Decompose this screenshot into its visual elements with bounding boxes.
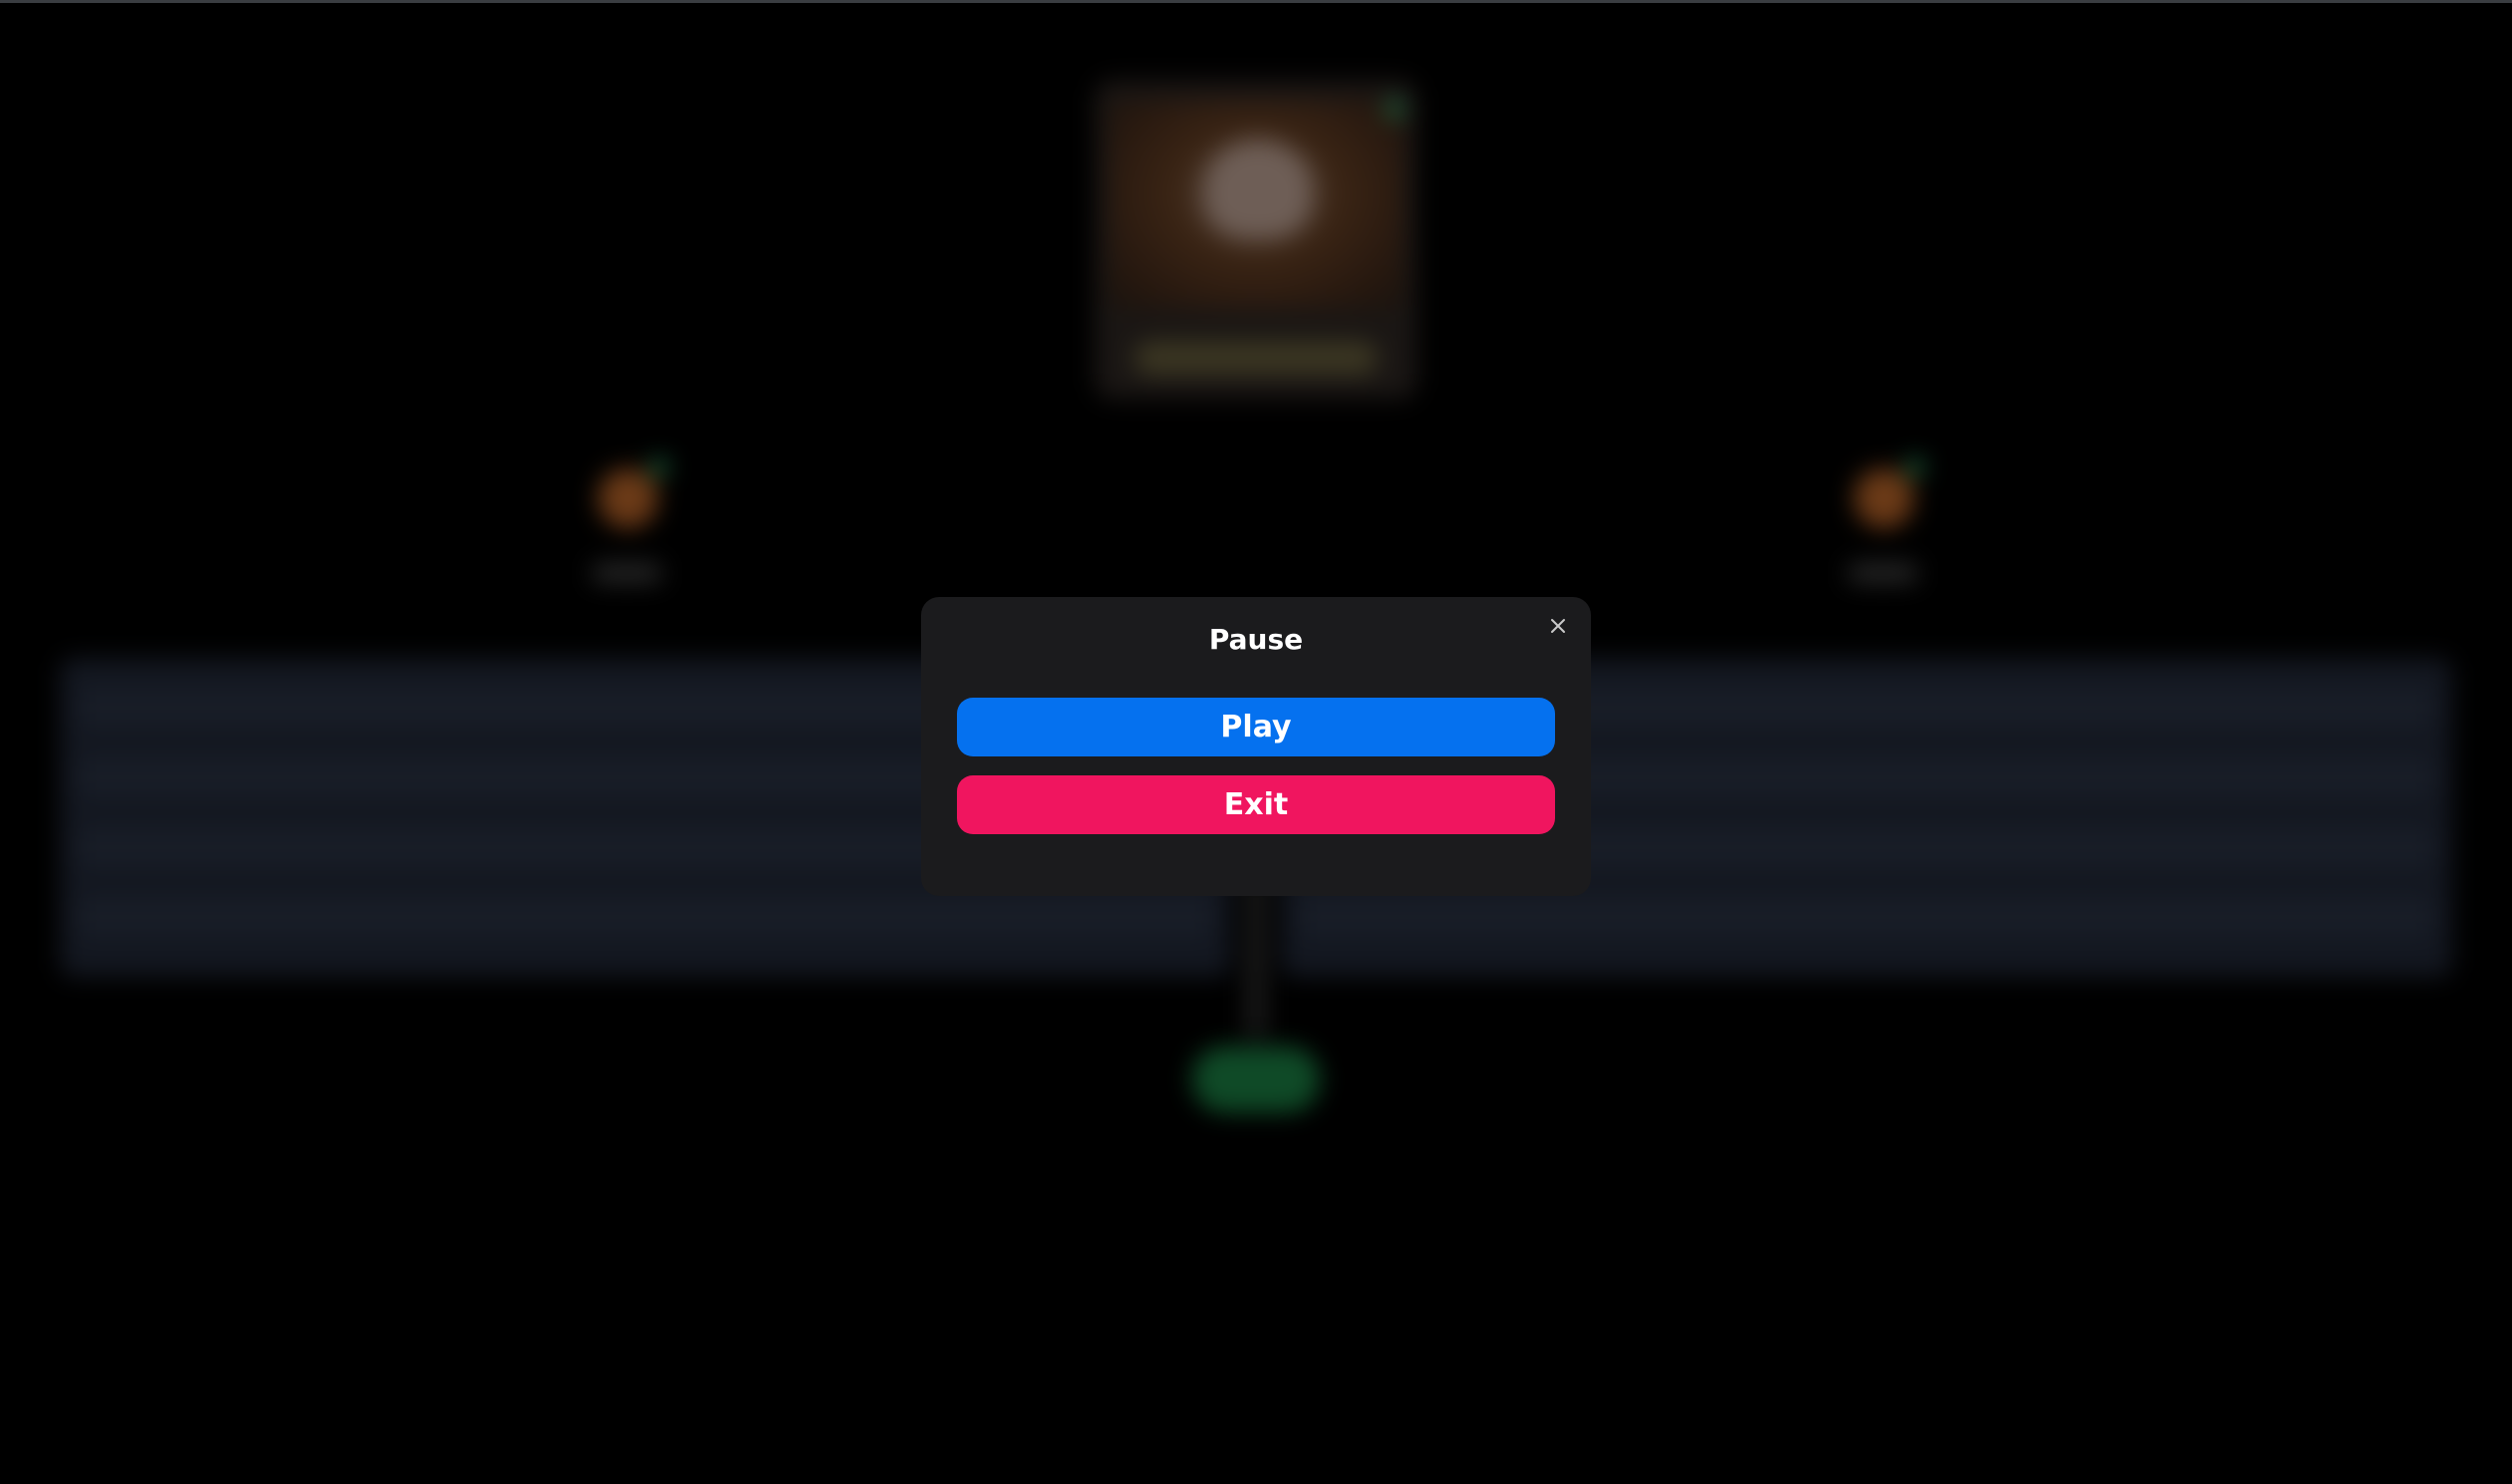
panel-row <box>1301 897 2432 937</box>
online-indicator <box>1906 458 1924 476</box>
online-indicator <box>650 458 668 476</box>
pause-modal: Pause Play Exit <box>921 597 1591 896</box>
card-art <box>1108 100 1404 309</box>
exit-button[interactable]: Exit <box>957 775 1555 834</box>
player-name-left <box>592 564 662 582</box>
play-button[interactable]: Play <box>957 698 1555 756</box>
heart-icon <box>1203 140 1313 239</box>
player-avatar-right <box>1854 458 1924 528</box>
modal-title: Pause <box>1208 623 1304 656</box>
player-avatar-left <box>598 458 668 528</box>
center-card <box>1095 80 1417 399</box>
game-screen: Pause Play Exit <box>0 0 2512 1484</box>
close-button[interactable] <box>1543 611 1573 641</box>
close-icon <box>1551 619 1565 633</box>
card-caption <box>1134 341 1378 375</box>
panel-row <box>80 897 1211 937</box>
center-divider <box>1246 877 1266 1037</box>
player-name-right <box>1848 564 1918 582</box>
action-button <box>1192 1046 1320 1112</box>
status-dot <box>1386 100 1404 118</box>
